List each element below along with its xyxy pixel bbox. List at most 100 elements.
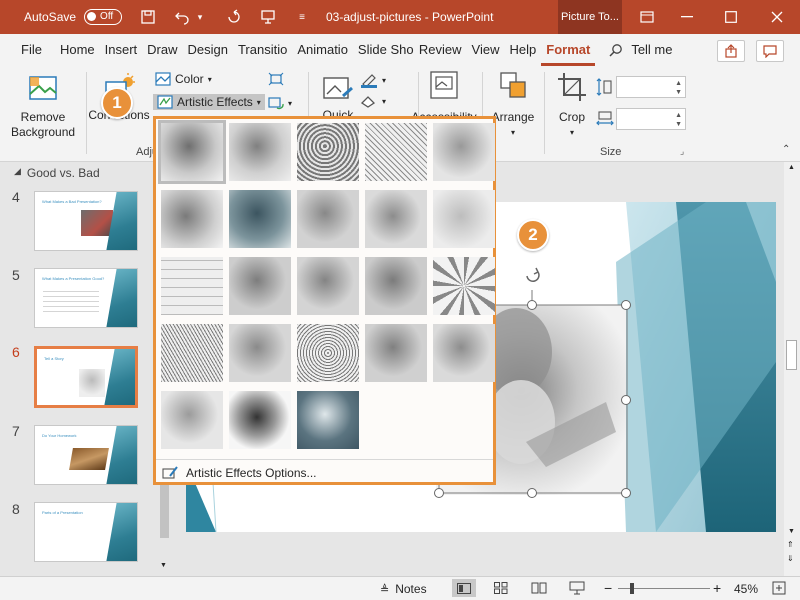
scroll-up-icon[interactable]: ▲ [788, 164, 795, 171]
zoom-level[interactable]: 45% [734, 582, 758, 596]
share-button[interactable] [717, 40, 745, 62]
slideshow-icon[interactable] [569, 581, 585, 598]
artistic-effect-thumbnail[interactable] [161, 391, 223, 449]
artistic-effect-thumbnail[interactable] [433, 190, 495, 248]
artistic-effect-thumbnail[interactable] [433, 324, 495, 382]
height-field[interactable]: ▲ ▼ [616, 76, 686, 98]
scroll-down-icon[interactable]: ▼ [160, 562, 167, 569]
artistic-effect-thumbnail[interactable] [229, 391, 291, 449]
artistic-effect-thumbnail[interactable] [365, 257, 427, 315]
artistic-effect-thumbnail[interactable] [365, 190, 427, 248]
artistic-effects-button[interactable]: Artistic Effects ▾ [153, 94, 265, 110]
artistic-effect-thumbnail[interactable] [161, 257, 223, 315]
artistic-options-icon [162, 465, 178, 479]
collapse-ribbon-icon[interactable]: ⌃ [782, 144, 790, 155]
compress-pictures-button[interactable] [268, 72, 284, 86]
crop-button[interactable]: Crop ▾ [552, 72, 592, 140]
canvas-scrollbar[interactable]: ▲ ▼ ⇑ ⇓ [784, 162, 800, 576]
artistic-effect-thumbnail[interactable] [365, 324, 427, 382]
comments-button[interactable] [756, 40, 784, 62]
artistic-effect-thumbnail[interactable] [297, 324, 359, 382]
spin-arrows-icon[interactable]: ▲ ▼ [675, 111, 682, 129]
size-group-label: Size [600, 146, 622, 158]
reading-view-icon[interactable] [531, 582, 547, 597]
artistic-effect-thumbnail[interactable] [229, 257, 291, 315]
notes-button[interactable]: ≜ Notes [380, 582, 427, 596]
redo-icon[interactable] [226, 9, 242, 25]
present-icon[interactable] [260, 9, 276, 25]
save-icon[interactable] [140, 9, 156, 25]
zoom-in-icon[interactable]: + [713, 580, 721, 596]
artistic-effect-thumbnail[interactable] [229, 123, 291, 181]
slide-thumbnail[interactable]: What Makes a Presentation Good? [34, 268, 138, 328]
autosave-toggle[interactable]: Off [84, 9, 123, 25]
slide-thumbnail[interactable]: Parts of a Presentation [34, 502, 138, 562]
customize-qat-icon[interactable]: ≡ [294, 9, 310, 25]
artistic-effect-thumbnail[interactable] [229, 190, 291, 248]
tell-me-box[interactable]: Tell me [609, 42, 673, 66]
next-slide-icon[interactable]: ⇓ [787, 554, 794, 563]
picture-effects-button[interactable]: ▾ [360, 94, 386, 108]
collapse-section-icon[interactable]: ◢ [14, 166, 21, 180]
artistic-effects-options[interactable]: Artistic Effects Options... [156, 459, 493, 485]
minimize-icon[interactable] [664, 0, 710, 34]
tab-animations[interactable]: Animatio [292, 42, 353, 66]
section-header[interactable]: ◢ Good vs. Bad [14, 166, 100, 180]
dialog-launcher-icon[interactable]: ⌟ [680, 146, 684, 157]
slide-thumbnail[interactable]: What Makes a Bad Presentation? [34, 191, 138, 251]
tab-home[interactable]: Home [55, 42, 100, 66]
artistic-effect-thumbnail[interactable] [365, 123, 427, 181]
fit-slide-icon[interactable] [772, 581, 786, 598]
width-icon-wrap [596, 110, 614, 126]
spin-arrows-icon[interactable]: ▲ ▼ [675, 79, 682, 97]
slide-number: 8 [12, 501, 20, 517]
chevron-down-icon: ▾ [207, 74, 212, 84]
scroll-thumb[interactable] [786, 340, 797, 370]
tab-review[interactable]: Review [414, 42, 467, 66]
picture-border-button[interactable]: ▾ [360, 72, 386, 88]
artistic-effect-thumbnail[interactable] [161, 190, 223, 248]
artistic-effect-thumbnail[interactable] [433, 123, 495, 181]
normal-view-icon[interactable] [452, 579, 476, 597]
artistic-effect-thumbnail[interactable] [433, 257, 495, 315]
close-icon[interactable] [754, 0, 800, 34]
zoom-slider-thumb[interactable] [630, 583, 634, 594]
tab-transitions[interactable]: Transitio [233, 42, 292, 66]
tab-slide-show[interactable]: Slide Sho [353, 42, 414, 66]
artistic-effect-thumbnail[interactable] [297, 190, 359, 248]
zoom-out-icon[interactable]: − [604, 580, 612, 596]
toggle-knob [87, 12, 97, 21]
crop-icon [558, 73, 586, 101]
slide-thumbnail[interactable]: Do Your Homework [34, 425, 138, 485]
previous-slide-icon[interactable]: ⇑ [787, 540, 794, 549]
slide-sorter-icon[interactable] [494, 582, 508, 597]
artistic-effect-thumbnail[interactable] [297, 257, 359, 315]
slide-thumbnail-selected[interactable]: Tell a Story [34, 346, 138, 408]
notes-icon: ≜ [380, 583, 390, 596]
tab-help[interactable]: Help [505, 42, 542, 66]
chevron-down-icon: ▾ [288, 98, 293, 108]
artistic-effect-thumbnail[interactable] [158, 120, 226, 184]
scroll-down-icon[interactable]: ▼ [788, 528, 795, 535]
maximize-icon[interactable] [708, 0, 754, 34]
shape-height-icon [596, 78, 612, 96]
tab-file[interactable]: File [16, 42, 47, 66]
tab-insert[interactable]: Insert [100, 42, 143, 66]
step-callout-2: 2 [517, 219, 549, 251]
remove-background-button[interactable]: Remove Background [8, 74, 78, 140]
tab-view[interactable]: View [467, 42, 505, 66]
artistic-effect-thumbnail[interactable] [297, 123, 359, 181]
arrange-icon [500, 72, 526, 98]
color-button[interactable]: Color ▾ [155, 72, 212, 86]
change-picture-button[interactable]: ▾ [268, 96, 292, 110]
artistic-effect-thumbnail[interactable] [229, 324, 291, 382]
tab-design[interactable]: Design [183, 42, 233, 66]
chevron-down-icon[interactable]: ▾ [192, 9, 208, 25]
tab-draw[interactable]: Draw [142, 42, 182, 66]
artistic-effect-thumbnail[interactable] [297, 391, 359, 449]
tab-format[interactable]: Format [541, 42, 596, 66]
artistic-effect-thumbnail[interactable] [161, 324, 223, 382]
undo-icon[interactable] [174, 9, 190, 25]
width-field[interactable]: ▲ ▼ [616, 108, 686, 130]
zoom-slider[interactable] [618, 583, 710, 594]
